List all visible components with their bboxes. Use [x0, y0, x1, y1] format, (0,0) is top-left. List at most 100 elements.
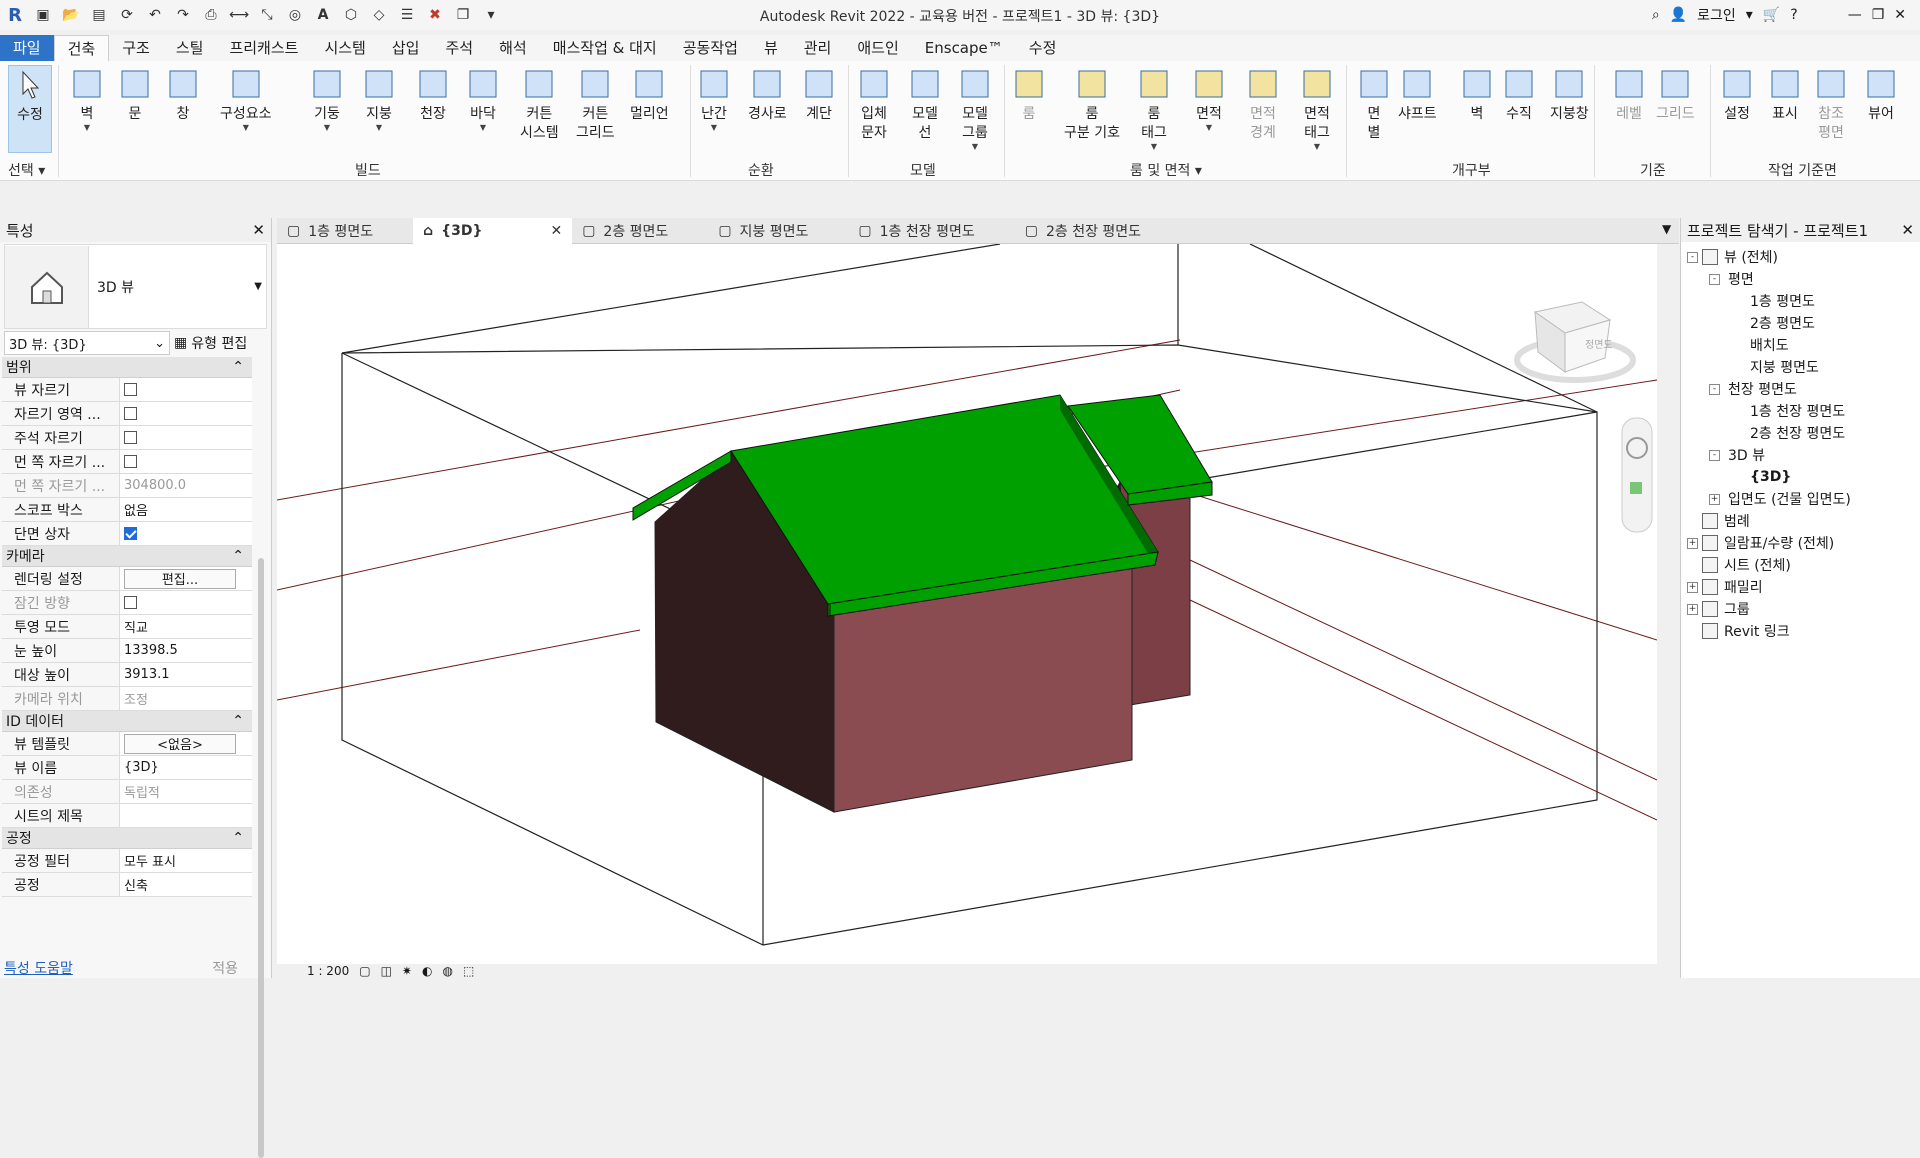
model-button[interactable]: 모델 그룹 ▼	[956, 65, 994, 151]
detail-level-icon[interactable]: ▢	[359, 964, 370, 978]
section-icon[interactable]: ◇	[368, 4, 390, 26]
tag-icon[interactable]: ◎	[284, 4, 306, 26]
close-hidden-icon[interactable]: ✖	[424, 4, 446, 26]
checkbox[interactable]	[124, 431, 137, 444]
property-value[interactable]	[120, 522, 252, 545]
tree-node[interactable]: + 입면도 (건물 입면도)	[1681, 488, 1920, 510]
measure-icon[interactable]: ⟷	[228, 4, 250, 26]
open-icon[interactable]: 📂	[60, 4, 82, 26]
build-button[interactable]: 바닥 ▼	[464, 65, 502, 132]
build-button[interactable]: 커튼 시스템	[520, 65, 559, 143]
ribbon-tab[interactable]: 애드인	[844, 35, 911, 61]
tree-node[interactable]: - 천장 평면도	[1681, 378, 1920, 400]
tree-node[interactable]: - 평면	[1681, 268, 1920, 290]
tree-node[interactable]: + 일람표/수량 (전체)	[1681, 532, 1920, 554]
property-value[interactable]: 편집...	[120, 567, 252, 590]
ribbon-tab[interactable]: 관리	[791, 35, 845, 61]
tree-node[interactable]: 시트 (전체)	[1681, 554, 1920, 576]
property-value[interactable]: 없음	[120, 498, 252, 521]
thin-lines-icon[interactable]: ☰	[396, 4, 418, 26]
text-icon[interactable]: A	[312, 4, 334, 26]
build-button[interactable]: 창	[164, 65, 202, 124]
restore-icon[interactable]: ❐	[1872, 7, 1885, 23]
view-selector[interactable]: 3D 뷰: {3D} ⌄	[4, 331, 170, 355]
3d-viewport[interactable]: 정면도	[277, 244, 1657, 964]
revit-logo-icon[interactable]: R	[4, 4, 26, 26]
ribbon-tab[interactable]: 구조	[109, 35, 163, 61]
build-button[interactable]: 기둥 ▼	[308, 65, 346, 132]
checkbox[interactable]	[124, 527, 137, 540]
view-tab[interactable]: ▢ 2층 천장 평면도	[1015, 218, 1181, 244]
save-icon[interactable]: ▤	[88, 4, 110, 26]
chevron-down-icon[interactable]: ▼	[254, 281, 262, 292]
property-value[interactable]: <없음>	[120, 732, 252, 755]
expand-icon[interactable]: +	[1709, 493, 1720, 505]
tree-node[interactable]: 1층 천장 평면도	[1681, 400, 1920, 422]
property-value[interactable]: 모두 표시	[120, 849, 252, 872]
build-button[interactable]: 지붕 ▼	[360, 65, 398, 132]
ribbon-tab[interactable]: 뷰	[751, 35, 791, 61]
tree-node[interactable]: 1층 평면도	[1681, 290, 1920, 312]
navigation-bar[interactable]	[1621, 417, 1653, 533]
expand-icon[interactable]: +	[1687, 603, 1698, 615]
room-panel-label[interactable]: 룸 및 면적 ▾	[1130, 160, 1202, 180]
help-icon[interactable]: ?	[1790, 7, 1797, 23]
type-selector[interactable]: 3D 뷰 ▼	[4, 244, 267, 329]
tree-node[interactable]: + 그룹	[1681, 598, 1920, 620]
room-button[interactable]: 면적 태그 ▼	[1298, 65, 1336, 151]
property-button[interactable]: <없음>	[124, 733, 236, 754]
property-value[interactable]: 13398.5	[120, 639, 252, 662]
build-button[interactable]: 벽 ▼	[68, 65, 106, 132]
ribbon-tab[interactable]: 공동작업	[670, 35, 751, 61]
property-category[interactable]: ID 데이터 ⌃	[2, 711, 252, 732]
tree-node[interactable]: + 패밀리	[1681, 576, 1920, 598]
view-tabs-menu-icon[interactable]: ▼	[1662, 222, 1671, 236]
view-tab[interactable]: ⌂ {3D} ✕	[413, 217, 573, 244]
shadows-icon[interactable]: ◐	[422, 964, 432, 978]
ribbon-tab[interactable]: 스틸	[163, 35, 217, 61]
ribbon-tab[interactable]: 삽입	[379, 35, 433, 61]
ribbon-tab[interactable]: 프리캐스트	[216, 35, 311, 61]
close-icon[interactable]: ✕	[1901, 221, 1914, 239]
checkbox[interactable]	[124, 455, 137, 468]
room-button[interactable]: 면적 ▼	[1190, 65, 1228, 132]
print-icon[interactable]: ⎙	[200, 4, 222, 26]
opening-button[interactable]: 벽	[1458, 65, 1496, 124]
minimize-icon[interactable]: —	[1848, 7, 1862, 23]
view-tab[interactable]: ▢ 1층 평면도	[277, 218, 413, 244]
property-category[interactable]: 카메라 ⌃	[2, 546, 252, 567]
select-panel-label[interactable]: 선택 ▾	[8, 160, 45, 180]
ribbon-tab[interactable]: 매스작업 & 대지	[540, 35, 670, 61]
tree-node[interactable]: -3D 뷰	[1681, 444, 1920, 466]
scale-label[interactable]: 1 : 200	[307, 964, 349, 978]
model-button[interactable]: 모델 선	[906, 65, 944, 143]
checkbox[interactable]	[124, 407, 137, 420]
3d-view-icon[interactable]: ⬡	[340, 4, 362, 26]
expand-icon[interactable]: -	[1709, 449, 1720, 461]
workplane-button[interactable]: 참조 평면	[1812, 65, 1850, 143]
opening-button[interactable]: 지붕창	[1550, 65, 1589, 124]
collapse-icon[interactable]: ⌃	[232, 830, 244, 846]
property-category[interactable]: 공정 ⌃	[2, 828, 252, 849]
properties-scrollbar[interactable]	[258, 558, 264, 1158]
build-button[interactable]: 커튼 그리드	[576, 65, 615, 143]
home-icon[interactable]: ▣	[32, 4, 54, 26]
cart-icon[interactable]: 🛒	[1763, 7, 1780, 23]
model-button[interactable]: 입체 문자	[855, 65, 893, 143]
view-tab[interactable]: ▢ 1층 천장 평면도	[848, 218, 1014, 244]
tree-node[interactable]: 범례	[1681, 510, 1920, 532]
property-value[interactable]	[120, 450, 252, 473]
ribbon-tab[interactable]: 주석	[432, 35, 486, 61]
tree-node[interactable]: 2층 천장 평면도	[1681, 422, 1920, 444]
workplane-button[interactable]: 설정	[1718, 65, 1756, 124]
user-icon[interactable]: 👤	[1670, 7, 1687, 23]
collapse-icon[interactable]: ⌃	[232, 713, 244, 729]
circulation-button[interactable]: 경사로	[748, 65, 787, 124]
customize-qat-icon[interactable]: ▾	[480, 4, 502, 26]
build-button[interactable]: 멀리언	[630, 65, 669, 124]
datum-button[interactable]: 그리드	[1656, 65, 1695, 124]
datum-button[interactable]: 레벨	[1610, 65, 1648, 124]
ribbon-tab[interactable]: 파일	[0, 35, 54, 61]
room-button[interactable]: 룸 구분 기호	[1064, 65, 1120, 143]
expand-icon[interactable]: +	[1687, 581, 1698, 593]
